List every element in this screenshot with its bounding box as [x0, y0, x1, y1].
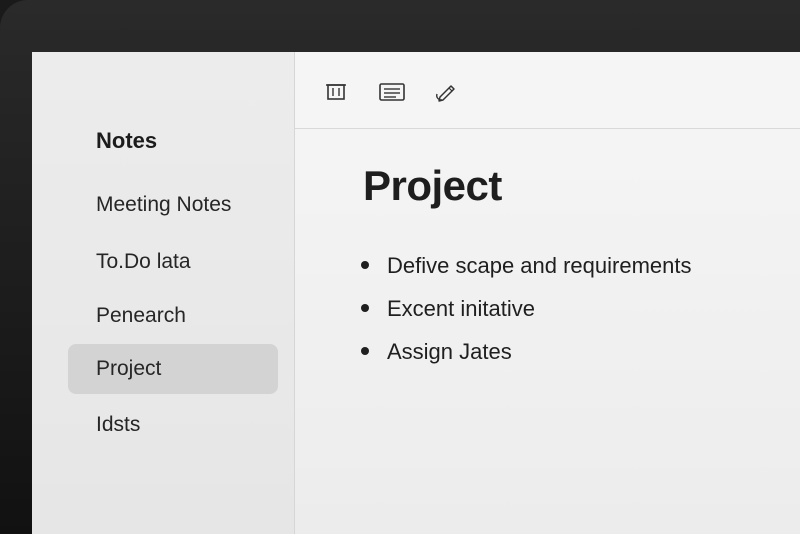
- note-editor: Project Defive scape and requirements Ex…: [295, 52, 800, 534]
- sidebar-item-idsts[interactable]: Idsts: [68, 400, 278, 450]
- list-item[interactable]: Excent initative: [359, 287, 692, 330]
- bullet-icon: [361, 304, 369, 312]
- sidebar-item-penearch[interactable]: Penearch: [68, 291, 278, 341]
- list-item-text: Excent initative: [387, 296, 535, 321]
- compose-button[interactable]: [433, 80, 459, 104]
- note-title[interactable]: Project: [363, 162, 502, 210]
- list-item[interactable]: Assign Jates: [359, 330, 692, 373]
- app-window: Notes Meeting Notes To.Do lata Penearch …: [32, 52, 800, 534]
- toolbar: [295, 52, 800, 129]
- list-item[interactable]: Defive scape and requirements: [359, 244, 692, 287]
- list-item-text: Assign Jates: [387, 339, 512, 364]
- sidebar: Notes Meeting Notes To.Do lata Penearch …: [32, 52, 295, 534]
- bullet-icon: [361, 347, 369, 355]
- list-item-text: Defive scape and requirements: [387, 253, 692, 278]
- delete-button[interactable]: [323, 80, 349, 104]
- list-button[interactable]: [377, 80, 407, 104]
- pen-icon: [436, 85, 455, 102]
- sidebar-item-to-do-lata[interactable]: To.Do lata: [68, 237, 278, 287]
- list-icon: [379, 83, 405, 101]
- sidebar-title: Notes: [96, 128, 158, 153]
- sidebar-item-meeting-notes[interactable]: Meeting Notes: [68, 180, 278, 230]
- bullet-icon: [361, 261, 369, 269]
- trash-icon: [326, 84, 346, 100]
- sidebar-item-project[interactable]: Project: [68, 344, 278, 394]
- bullet-list: Defive scape and requirements Excent ini…: [359, 244, 692, 373]
